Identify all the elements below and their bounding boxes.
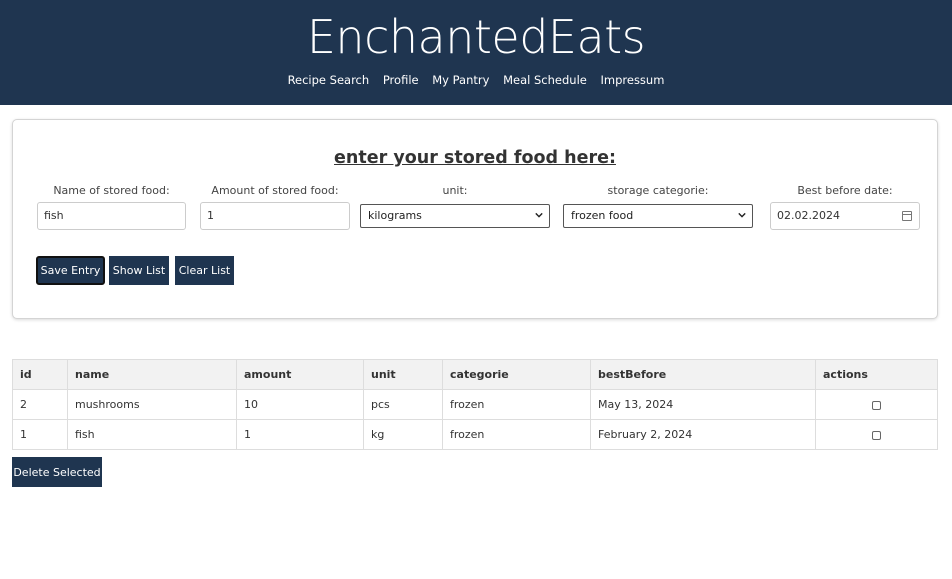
row-select-checkbox[interactable]: [872, 400, 881, 410]
cell-unit: kg: [363, 419, 443, 450]
save-entry-button[interactable]: Save Entry: [36, 256, 105, 285]
cell-categorie: frozen: [442, 419, 591, 450]
site-title: EnchantedEats: [306, 10, 646, 64]
nav-my-pantry[interactable]: My Pantry: [432, 73, 489, 87]
col-header-amount: amount: [236, 359, 364, 390]
cell-amount: 1: [236, 419, 364, 450]
nav-profile[interactable]: Profile: [383, 73, 419, 87]
name-label: Name of stored food:: [53, 184, 170, 197]
col-header-bestbefore: bestBefore: [590, 359, 816, 390]
clear-list-button[interactable]: Clear List: [175, 256, 234, 285]
row-select-checkbox[interactable]: [872, 430, 881, 440]
category-select[interactable]: frozen food: [563, 204, 753, 228]
form-heading: enter your stored food here:: [334, 148, 616, 168]
cell-amount: 10: [236, 389, 364, 420]
best-before-label: Best before date:: [797, 184, 893, 197]
unit-select[interactable]: kilograms: [360, 204, 550, 228]
table-header-row: id name amount unit categorie bestBefore…: [12, 359, 938, 390]
col-header-categorie: categorie: [442, 359, 591, 390]
main-nav: Recipe Search Profile My Pantry Meal Sch…: [0, 73, 952, 87]
amount-label: Amount of stored food:: [211, 184, 339, 197]
cell-name: mushrooms: [67, 389, 237, 420]
cell-id: 2: [12, 389, 68, 420]
delete-selected-button[interactable]: Delete Selected: [12, 457, 102, 487]
show-list-button[interactable]: Show List: [109, 256, 169, 285]
cell-categorie: frozen: [442, 389, 591, 420]
col-header-name: name: [67, 359, 237, 390]
category-select-value: frozen food: [571, 209, 634, 222]
calendar-icon[interactable]: [902, 211, 912, 221]
best-before-date-value: 02.02.2024: [777, 209, 840, 222]
nav-meal-schedule[interactable]: Meal Schedule: [503, 73, 587, 87]
cell-actions: [815, 419, 938, 450]
unit-label: unit:: [442, 184, 468, 197]
unit-select-value: kilograms: [368, 209, 422, 222]
cell-id: 1: [12, 419, 68, 450]
nav-recipe-search[interactable]: Recipe Search: [288, 73, 370, 87]
col-header-actions: actions: [815, 359, 938, 390]
cell-name: fish: [67, 419, 237, 450]
amount-input[interactable]: 1: [200, 202, 350, 230]
col-header-id: id: [12, 359, 68, 390]
category-label: storage categorie:: [607, 184, 709, 197]
site-header: EnchantedEats Recipe Search Profile My P…: [0, 0, 952, 105]
cell-bestbefore: May 13, 2024: [590, 389, 816, 420]
col-header-unit: unit: [363, 359, 443, 390]
cell-bestbefore: February 2, 2024: [590, 419, 816, 450]
chevron-down-icon: [738, 212, 746, 218]
food-name-input[interactable]: fish: [37, 202, 186, 230]
food-entry-form: enter your stored food here: Name of sto…: [12, 119, 938, 319]
chevron-down-icon: [535, 212, 543, 218]
nav-impressum[interactable]: Impressum: [601, 73, 665, 87]
cell-unit: pcs: [363, 389, 443, 420]
table-row: 1 fish 1 kg frozen February 2, 2024: [12, 419, 938, 450]
table-row: 2 mushrooms 10 pcs frozen May 13, 2024: [12, 389, 938, 420]
cell-actions: [815, 389, 938, 420]
pantry-table: id name amount unit categorie bestBefore…: [12, 359, 938, 450]
best-before-date-input[interactable]: 02.02.2024: [770, 202, 920, 230]
